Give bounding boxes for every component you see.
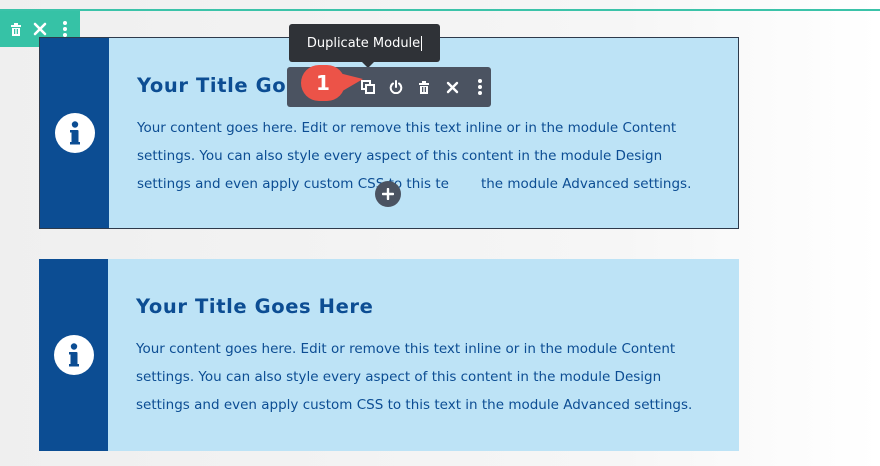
trash-icon[interactable] [415, 78, 433, 96]
text-caret [421, 35, 423, 51]
close-icon[interactable] [31, 20, 49, 38]
add-module-button[interactable] [375, 181, 401, 207]
tooltip-label: Duplicate Module [306, 35, 421, 51]
blurb-title[interactable]: Your Title Goes Here [136, 295, 699, 318]
blurb-icon-column [40, 38, 109, 228]
blurb-icon-column [39, 259, 108, 451]
close-icon[interactable] [443, 78, 461, 96]
step-marker-number: 1 [301, 65, 345, 101]
step-marker: 1 [301, 65, 367, 101]
row-outline [0, 9, 880, 11]
builder-canvas: Your Title Goe Your content goes here. E… [0, 0, 880, 466]
info-icon [54, 113, 95, 153]
trash-icon[interactable] [7, 20, 25, 38]
blurb-body[interactable]: Your content goes here. Edit or remove t… [137, 114, 698, 198]
more-vertical-icon[interactable] [471, 78, 489, 96]
more-vertical-icon[interactable] [56, 20, 74, 38]
plus-icon [382, 188, 394, 200]
blurb-module-2[interactable]: Your Title Goes Here Your content goes h… [39, 259, 739, 451]
blurb-body-text-tail: the module Advanced settings. [480, 176, 692, 192]
blurb-body[interactable]: Your content goes here. Edit or remove t… [136, 335, 699, 419]
power-icon[interactable] [387, 78, 405, 96]
duplicate-module-tooltip: Duplicate Module [289, 24, 440, 68]
info-icon [53, 335, 94, 375]
